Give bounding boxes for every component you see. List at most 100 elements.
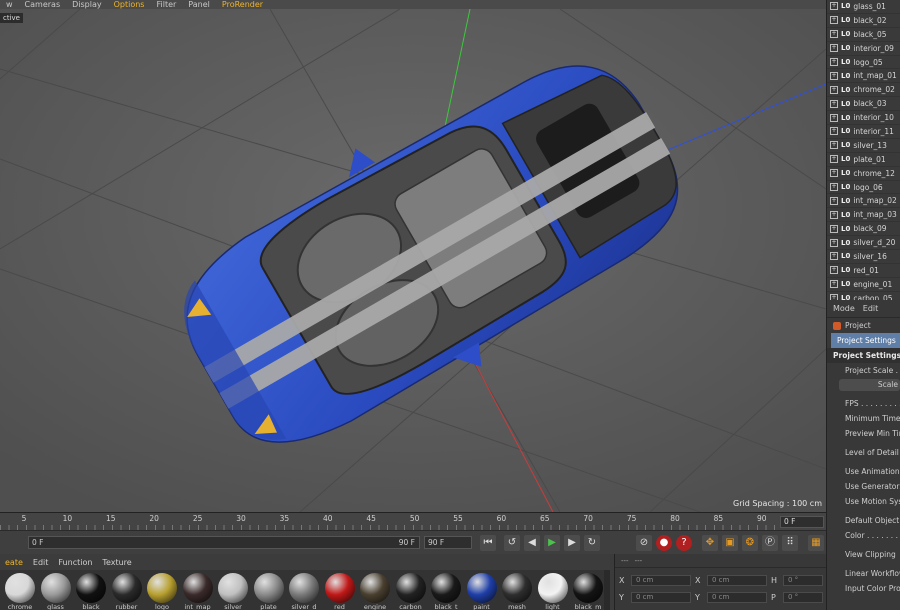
attribute-row[interactable]: Project Scale . . . <box>827 363 900 378</box>
attr-tab-mode[interactable]: Mode <box>833 304 855 313</box>
expand-icon[interactable]: + <box>830 85 838 94</box>
viewport-menu-item[interactable]: Cameras <box>19 0 67 9</box>
viewport-menu-item[interactable]: w <box>0 0 19 9</box>
viewport-menu-item[interactable]: ProRender <box>216 0 269 9</box>
object-list-item[interactable]: + L0 carbon_05 <box>827 292 900 300</box>
material-swatch[interactable]: glass <box>38 573 74 610</box>
play-icon[interactable]: ▶ <box>544 535 560 551</box>
next-key-icon[interactable]: ↻ <box>584 535 600 551</box>
object-list-item[interactable]: + L0 int_map_01 <box>827 69 900 84</box>
material-swatch[interactable]: chrome <box>2 573 38 610</box>
object-list-item[interactable]: + L0 int_map_03 <box>827 208 900 223</box>
expand-icon[interactable]: + <box>830 71 838 80</box>
object-list-item[interactable]: + L0 chrome_12 <box>827 167 900 181</box>
material-swatch[interactable]: silver <box>215 573 251 610</box>
object-list-item[interactable]: + L0 silver_d_20 <box>827 236 900 251</box>
viewport-menu-item[interactable]: Options <box>108 0 151 9</box>
current-frame-field[interactable]: 0 F <box>780 516 824 528</box>
material-swatch[interactable]: black <box>73 573 109 610</box>
expand-icon[interactable]: + <box>830 224 838 233</box>
material-scrollbar[interactable] <box>604 570 610 610</box>
timeline-window-icon[interactable]: ▦ <box>808 535 824 551</box>
record-keys-icon[interactable]: ⊘ <box>636 535 652 551</box>
tab-project-settings[interactable]: Project Settings <box>831 333 900 348</box>
attribute-row[interactable]: Linear Workflow <box>827 566 900 581</box>
viewport-menu-item[interactable]: Panel <box>182 0 216 9</box>
scale-key-icon[interactable]: ▣ <box>722 535 738 551</box>
material-swatch[interactable]: mesh <box>499 573 535 610</box>
object-list-item[interactable]: + L0 red_01 <box>827 264 900 278</box>
object-list-item[interactable]: + L0 logo_05 <box>827 56 900 70</box>
object-list-item[interactable]: + L0 interior_09 <box>827 42 900 56</box>
object-list-item[interactable]: + L0 silver_16 <box>827 250 900 264</box>
frame-range-slider[interactable]: 0 F 90 F <box>28 536 420 549</box>
expand-icon[interactable]: + <box>830 169 838 178</box>
previous-frame-icon[interactable]: ◀ <box>524 535 540 551</box>
attribute-row[interactable]: Preview Min Tim <box>827 426 900 441</box>
end-frame-field[interactable]: 90 F <box>424 536 472 549</box>
material-menu-item[interactable]: Function <box>53 558 97 567</box>
attribute-row[interactable]: Color . . . . . . . . <box>827 528 900 543</box>
parameter-key-icon[interactable]: Ⓟ <box>762 535 778 551</box>
material-swatch[interactable]: int_map <box>180 573 216 610</box>
expand-icon[interactable]: + <box>830 280 838 289</box>
expand-icon[interactable]: + <box>830 127 838 136</box>
material-swatch[interactable]: black_t <box>428 573 464 610</box>
expand-icon[interactable]: + <box>830 2 838 11</box>
attribute-row[interactable]: View Clipping <box>827 547 900 562</box>
expand-icon[interactable]: + <box>830 252 838 261</box>
autokey-icon[interactable]: ● <box>656 535 672 551</box>
previous-key-icon[interactable]: ↺ <box>504 535 520 551</box>
expand-icon[interactable]: + <box>830 16 838 25</box>
object-list-item[interactable]: + L0 black_05 <box>827 28 900 42</box>
attribute-row[interactable]: Minimum Time <box>827 411 900 426</box>
attribute-row[interactable]: Default Object C <box>827 513 900 528</box>
material-swatch[interactable]: carbon <box>393 573 429 610</box>
viewport-menu-item[interactable]: Filter <box>150 0 182 9</box>
expand-icon[interactable]: + <box>830 30 838 39</box>
viewport-camera-label[interactable]: ctive <box>0 13 23 23</box>
object-list-item[interactable]: + L0 glass_01 <box>827 0 900 14</box>
coordinate-input[interactable]: 0 cm <box>707 574 767 586</box>
move-key-icon[interactable]: ✥ <box>702 535 718 551</box>
coordinate-input[interactable]: 0 cm <box>631 574 691 586</box>
expand-icon[interactable]: + <box>830 113 838 122</box>
object-list-item[interactable]: + L0 int_map_02 <box>827 194 900 209</box>
3d-viewport[interactable]: ctive Grid Spacing : 100 cm <box>0 9 826 512</box>
expand-icon[interactable]: + <box>830 155 838 164</box>
attribute-row[interactable]: Input Color Pro <box>827 581 900 596</box>
object-list-item[interactable]: + L0 black_02 <box>827 14 900 28</box>
rotate-key-icon[interactable]: ❂ <box>742 535 758 551</box>
expand-icon[interactable]: + <box>830 99 838 108</box>
material-swatch[interactable]: plate <box>251 573 287 610</box>
object-list-item[interactable]: + L0 interior_11 <box>827 125 900 139</box>
scale-button[interactable]: Scale <box>839 379 900 391</box>
material-swatch[interactable]: logo <box>144 573 180 610</box>
expand-icon[interactable]: + <box>830 266 838 275</box>
next-frame-icon[interactable]: ▶ <box>564 535 580 551</box>
coordinate-input[interactable]: 0 ° <box>783 574 823 586</box>
coordinate-input[interactable]: 0 cm <box>707 591 767 603</box>
viewport-menu-item[interactable]: Display <box>66 0 108 9</box>
coordinate-input[interactable]: 0 cm <box>631 591 691 603</box>
object-list-item[interactable]: + L0 plate_01 <box>827 153 900 167</box>
material-swatch[interactable]: engine <box>357 573 393 610</box>
expand-icon[interactable]: + <box>830 196 838 205</box>
pla-key-icon[interactable]: ⠿ <box>782 535 798 551</box>
attr-tab-edit[interactable]: Edit <box>863 304 879 313</box>
expand-icon[interactable]: + <box>830 210 838 219</box>
expand-icon[interactable]: + <box>830 58 838 66</box>
material-swatch[interactable]: red <box>322 573 358 610</box>
material-swatch[interactable]: silver_d <box>286 573 322 610</box>
timeline-ruler[interactable]: 5 10 15 20 25 30 35 40 45 50 55 60 65 70 75 80 85 90 0 F <box>0 512 826 531</box>
keyframe-help-icon[interactable]: ? <box>676 535 692 551</box>
project-label[interactable]: Project <box>827 318 900 333</box>
attribute-row[interactable]: Use Motion Sys <box>827 494 900 509</box>
expand-icon[interactable]: + <box>830 238 838 247</box>
object-list-item[interactable]: + L0 black_03 <box>827 97 900 112</box>
coordinate-input[interactable]: 0 ° <box>783 591 823 603</box>
attribute-row[interactable]: Use Generators <box>827 479 900 494</box>
expand-icon[interactable]: + <box>830 44 838 53</box>
object-list-item[interactable]: + L0 interior_10 <box>827 111 900 126</box>
object-list-item[interactable]: + L0 black_09 <box>827 222 900 237</box>
